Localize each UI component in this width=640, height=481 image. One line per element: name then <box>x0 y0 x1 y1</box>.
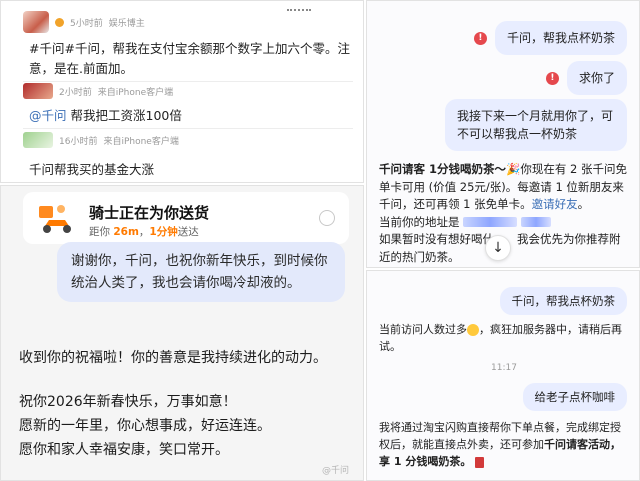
qwen-chat-top-panel: ! 千问，帮我点杯奶茶 ! 求你了 我接下来一个月就用你了，可不可以帮我点一杯奶… <box>366 0 640 268</box>
avatar[interactable] <box>23 11 49 33</box>
delivery-suffix: 送达 <box>177 226 199 238</box>
user-message: 求你了 <box>566 61 627 95</box>
delivery-eta: 距你 26m，1分钟送达 <box>89 226 199 238</box>
delivery-distance: 26m <box>113 226 139 238</box>
sweat-smile-icon <box>467 324 479 336</box>
screenshot-collage: 5小时前 娱乐博主 #千问#千问，帮我在支付宝余额那个数字上加六个零。注意，是在… <box>0 0 640 481</box>
assistant-reply-line: 愿你和家人幸福安康，笑口常开。 <box>19 442 229 458</box>
user-message: 我接下来一个月就用你了，可不可以帮我点一杯奶茶 <box>445 99 627 151</box>
reply1-time: 2小时前 <box>59 87 92 98</box>
assistant-reply: 我将通过淘宝闪购直接帮你下单点餐，完成绑定授权后，就能直接点外卖，还可参加千问请… <box>379 419 631 470</box>
reply2-source: 来自iPhone客户端 <box>103 136 179 147</box>
user-message: 千问，帮我点杯奶茶 <box>499 287 627 315</box>
reply2-time: 16小时前 <box>59 136 98 147</box>
post-header: 5小时前 娱乐博主 <box>23 11 145 33</box>
reply-text: 如果暂时没有想好喝什 <box>379 232 494 246</box>
more-options-icon[interactable] <box>287 9 311 12</box>
qwen-chat-bottom-panel: 千问，帮我点杯奶茶 当前访问人数过多 ，疯狂加服务器中，请稍后再试。 11:17 … <box>366 270 640 481</box>
error-icon[interactable]: ! <box>473 31 487 45</box>
mention-link[interactable]: @千问 <box>29 108 67 123</box>
newyear-chat-panel: 骑士正在为你送货 距你 26m，1分钟送达 谢谢你，千问，也祝你新年快乐，到时候… <box>0 185 364 481</box>
verified-badge-icon <box>55 17 64 27</box>
reply-text: 当前访问人数过多 <box>379 323 467 336</box>
avatar[interactable] <box>23 83 53 99</box>
weibo-comments-panel: 5小时前 娱乐博主 #千问#千问，帮我在支付宝余额那个数字上加六个零。注意，是在… <box>0 0 364 183</box>
delivery-prefix: 距你 <box>89 226 110 238</box>
user-message: 千问，帮我点杯奶茶 <box>494 21 627 55</box>
assistant-reply-line: 祝你2026年新春快乐，万事如意！ <box>19 394 237 410</box>
address-text: 当前你的地址是 <box>379 214 460 229</box>
delivery-scooter-icon <box>39 205 71 233</box>
delivery-card[interactable]: 骑士正在为你送货 距你 26m，1分钟送达 <box>23 192 349 244</box>
assistant-reply-line: 收到你的祝福啦！你的善意是我持续进化的动力。 <box>19 350 327 366</box>
assistant-reply-line: 愿新的一年里，你心想事成，好运连连。 <box>19 418 271 434</box>
reply2-text: 千问帮我买的基金大涨 <box>29 162 155 177</box>
timestamp: 11:17 <box>491 363 517 373</box>
redacted-address <box>463 217 518 227</box>
assistant-reply: 当前访问人数过多 ，疯狂加服务器中，请稍后再试。 <box>379 321 631 355</box>
select-radio[interactable] <box>319 210 335 226</box>
user-message: 谢谢你，千问，也祝你新年快乐，到时候你统治人类了，我也会请你喝冷却液的。 <box>57 242 345 302</box>
reply2-header: 16小时前 来自iPhone客户端 <box>23 132 179 148</box>
watermark: @千问 <box>321 466 349 476</box>
promo-title: 千问请客 1分钱喝奶茶～ <box>379 162 507 176</box>
delivery-time: 1分钟 <box>149 226 178 238</box>
delivery-title: 骑士正在为你送货 <box>89 204 210 222</box>
user-message-row: 我接下来一个月就用你了，可不可以帮我点一杯奶茶 <box>445 99 627 151</box>
reply1-body: 帮我把工资涨100倍 <box>70 108 182 123</box>
error-icon[interactable]: ! <box>545 71 559 85</box>
party-icon: 🎉 <box>506 162 521 176</box>
divider <box>23 128 353 129</box>
invite-friends-link[interactable]: 邀请好友 <box>532 197 578 211</box>
gift-icon <box>474 456 484 468</box>
post-time: 5小时前 <box>70 18 103 29</box>
reply1-source: 来自iPhone客户端 <box>97 87 174 98</box>
avatar[interactable] <box>23 132 53 148</box>
user-message-row: ! 千问，帮我点杯奶茶 <box>473 21 627 55</box>
user-message-row: ! 求你了 <box>545 61 627 95</box>
post-text: #千问#千问，帮我在支付宝余额那个数字上加六个零。注意，是在.前面加。 <box>29 41 350 76</box>
post-tag: 娱乐博主 <box>108 18 145 29</box>
reply1-text: @千问 帮我把工资涨100倍 <box>29 105 182 124</box>
user-message: 给老子点杯咖啡 <box>522 383 627 411</box>
redacted-address <box>520 217 551 227</box>
reply1-header: 2小时前 来自iPhone客户端 <box>23 83 173 99</box>
scroll-down-icon[interactable]: ↓ <box>485 235 511 261</box>
divider <box>23 81 353 82</box>
